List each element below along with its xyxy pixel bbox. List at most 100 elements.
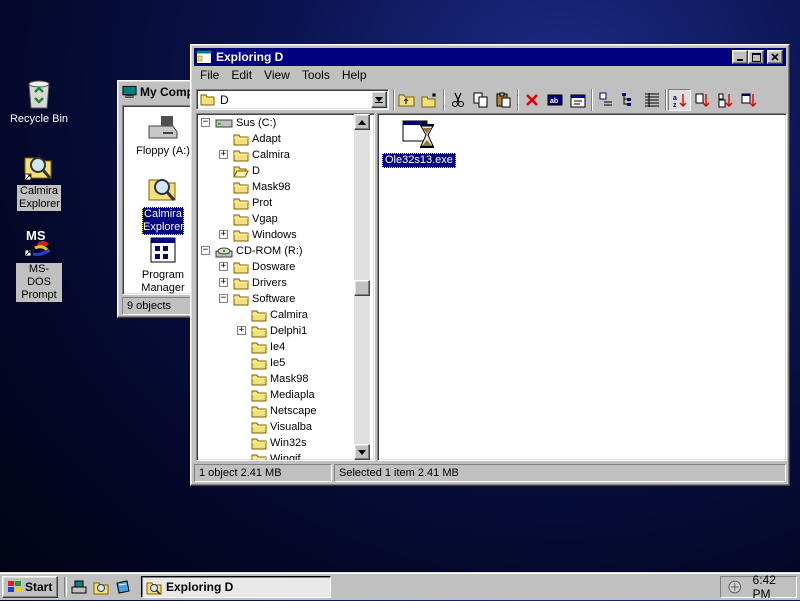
sort-by-date-button[interactable] <box>737 89 760 111</box>
desktop-icon-label: Calmira Explorer <box>17 185 61 211</box>
properties-button[interactable] <box>566 89 589 111</box>
close-button[interactable] <box>767 50 783 64</box>
folder-tree-pane[interactable]: − Sus (C:) Adapt + Calmira D Mask98 Prot Vgap + Wi… <box>196 113 375 461</box>
sort-by-name-button[interactable]: az <box>668 89 691 111</box>
toolbar-separator <box>591 89 593 111</box>
tree-node[interactable]: Prot <box>233 195 272 211</box>
svg-text:a: a <box>673 95 677 102</box>
tree-node[interactable]: D <box>233 163 260 179</box>
combo-dropdown-button[interactable] <box>371 91 387 108</box>
quicklaunch-explorer[interactable] <box>92 578 110 596</box>
file-item[interactable]: Ole32s13.exe <box>382 118 456 168</box>
tree-node-label: Mask98 <box>252 181 291 193</box>
folder-icon <box>251 389 267 402</box>
menu-edit[interactable]: Edit <box>225 67 258 85</box>
menu-file[interactable]: File <box>194 67 225 85</box>
tree-node-label: Delphi1 <box>270 325 308 337</box>
drive-icon <box>215 117 233 129</box>
tree-node[interactable]: Adapt <box>233 131 281 147</box>
quicklaunch-desktop[interactable] <box>114 578 132 596</box>
tree-node[interactable]: + Dosware <box>219 259 295 275</box>
start-button[interactable]: Start <box>2 576 58 598</box>
menu-view[interactable]: View <box>258 67 296 85</box>
file-list-pane[interactable]: Ole32s13.exe <box>377 113 787 461</box>
tree-node-label: Drivers <box>252 277 287 289</box>
tree-node[interactable]: Wingif <box>251 451 301 460</box>
expand-toggle[interactable]: + <box>219 150 228 159</box>
tree-node[interactable]: Ie4 <box>251 339 285 355</box>
desktop-icon-recycle-bin[interactable]: Recycle Bin <box>4 76 74 126</box>
tree-node[interactable]: Calmira <box>251 307 308 323</box>
expand-toggle[interactable]: + <box>219 262 228 271</box>
scroll-up-button[interactable] <box>354 114 370 130</box>
explorer-window[interactable]: Exploring D File Edit View Tools Help D <box>190 44 790 486</box>
menu-help[interactable]: Help <box>336 67 373 85</box>
tree-node[interactable]: Mask98 <box>251 371 309 387</box>
clock[interactable]: 6:42 PM <box>753 573 796 601</box>
tree-node[interactable]: + Calmira <box>219 147 290 163</box>
explorer-titlebar[interactable]: Exploring D <box>194 48 786 66</box>
tree-node-label: Windows <box>252 229 297 241</box>
tree-node[interactable]: Vgap <box>233 211 278 227</box>
tree-node[interactable]: − Sus (C:) <box>201 115 276 131</box>
collapse-toggle[interactable]: − <box>201 118 210 127</box>
menu-tools[interactable]: Tools <box>296 67 336 85</box>
mycomp-item-floppy[interactable]: Floppy (A:) <box>129 112 197 157</box>
my-computer-title: My Comp <box>140 85 194 99</box>
tree-node[interactable]: + Delphi1 <box>237 323 308 339</box>
my-computer-titlebar[interactable]: My Comp <box>120 83 194 101</box>
expand-toggle[interactable]: + <box>237 326 246 335</box>
paste-button[interactable] <box>492 89 515 111</box>
tree-node[interactable]: Mediapla <box>251 387 315 403</box>
tree-node[interactable]: Netscape <box>251 403 316 419</box>
paste-icon <box>496 92 510 108</box>
scroll-down-button[interactable] <box>354 444 370 460</box>
mycomp-item-calmira-explorer[interactable]: Calmira Explorer <box>129 172 197 235</box>
collapse-toggle[interactable]: − <box>219 294 228 303</box>
quicklaunch-tray-computer[interactable] <box>70 578 88 596</box>
sort-by-size-button[interactable] <box>714 89 737 111</box>
new-folder-button[interactable] <box>418 89 441 111</box>
tree-node-label: Vgap <box>252 213 278 225</box>
up-one-level-button[interactable] <box>395 89 418 111</box>
tray-network-icon[interactable] <box>727 579 743 595</box>
scroll-thumb[interactable] <box>354 280 370 296</box>
folder-combo-value: D <box>220 92 229 107</box>
svg-text:ab: ab <box>550 98 558 105</box>
magnifier-folder-icon <box>146 582 162 595</box>
tree-node[interactable]: Mask98 <box>233 179 291 195</box>
taskbar-button-exploring-d[interactable]: Exploring D <box>141 576 331 598</box>
tree-node-label: Adapt <box>252 133 281 145</box>
tree-node[interactable]: Ie5 <box>251 355 285 371</box>
tree-node[interactable]: + Windows <box>219 227 297 243</box>
tree-node[interactable]: Win32s <box>251 435 307 451</box>
tree-node[interactable]: − Software <box>219 291 295 307</box>
sort-by-type-button[interactable] <box>691 89 714 111</box>
taskbar: Start Exploring D 6:42 PM <box>0 572 800 601</box>
rename-button[interactable]: ab <box>543 89 566 111</box>
my-computer-window[interactable]: My Comp Floppy (A:) Calmira Explorer Pro… <box>117 80 197 318</box>
close-icon <box>771 53 779 61</box>
details-view-button[interactable] <box>640 89 663 111</box>
tree-view-button[interactable] <box>617 89 640 111</box>
tree-node[interactable]: + Drivers <box>219 275 287 291</box>
minimize-button[interactable] <box>732 50 748 64</box>
desktop-icon-msdos-prompt[interactable]: MS MS-DOS Prompt <box>4 226 74 302</box>
toolbar-separator <box>517 89 519 111</box>
copy-button[interactable] <box>469 89 492 111</box>
tree-vertical-scrollbar[interactable] <box>354 114 370 460</box>
mycomp-item-program-manager[interactable]: Program Manager <box>129 236 197 295</box>
tree-node[interactable]: − CD-ROM (R:) <box>201 243 303 259</box>
sort-date-icon <box>741 93 756 107</box>
maximize-button[interactable] <box>748 50 764 64</box>
large-icons-button[interactable] <box>594 89 617 111</box>
folder-combo[interactable]: D <box>196 89 389 110</box>
tree-node-label: Calmira <box>270 309 308 321</box>
cut-button[interactable] <box>446 89 469 111</box>
expand-toggle[interactable]: + <box>219 278 228 287</box>
tree-node[interactable]: Visualba <box>251 419 312 435</box>
delete-button[interactable] <box>520 89 543 111</box>
collapse-toggle[interactable]: − <box>201 246 210 255</box>
desktop-icon-calmira-explorer[interactable]: Calmira Explorer <box>4 150 74 211</box>
expand-toggle[interactable]: + <box>219 230 228 239</box>
